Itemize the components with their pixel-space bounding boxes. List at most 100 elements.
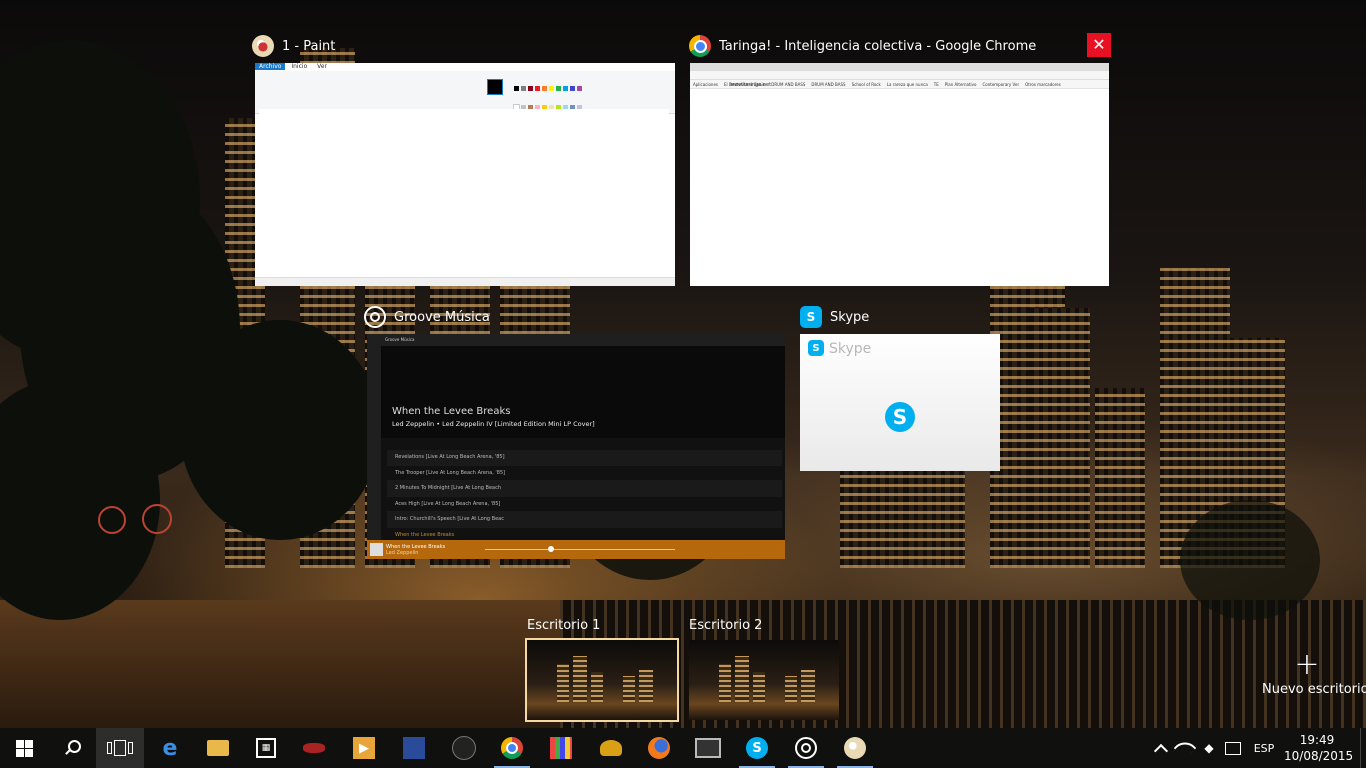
taskbar-app-store[interactable]: ▦ <box>242 728 290 768</box>
taskbar-app-game-2[interactable] <box>390 728 438 768</box>
notification-icon <box>1225 741 1241 755</box>
bookmark-item: DRUM AND BASS <box>771 81 806 87</box>
search-icon <box>64 740 81 756</box>
track-row[interactable]: Aces High [Live At Long Beach Arena, '85… <box>387 497 782 512</box>
taskbar-app-terminal[interactable] <box>684 728 732 768</box>
taskbar-app-game-3[interactable] <box>440 728 488 768</box>
chrome-window-thumbnail[interactable]: www.taringa.net Aplicaciones El Destelli… <box>690 63 1109 286</box>
groove-album-line: Led Zeppelin • Led Zeppelin IV [Limited … <box>392 420 595 428</box>
plus-icon: + <box>1294 647 1320 682</box>
clock-time: 19:49 <box>1299 733 1335 747</box>
monitor-app-icon <box>695 738 721 758</box>
new-desktop-label: Nuevo escritorio <box>1262 682 1366 697</box>
track-row[interactable]: The Trooper [Live At Long Beach Arena, '… <box>387 466 782 481</box>
new-desktop-button[interactable]: + Nuevo escritorio <box>1262 647 1366 698</box>
groove-nav-rail <box>367 346 381 546</box>
taskbar-app-firefox[interactable] <box>635 728 683 768</box>
skype-icon: S <box>800 306 822 328</box>
groove-track-title: When the Levee Breaks <box>392 406 511 417</box>
bookmark-item: Aplicaciones <box>693 81 718 87</box>
bike-sign <box>98 506 126 534</box>
taskbar-app-groove[interactable] <box>782 728 830 768</box>
taskbar-app-skype[interactable]: S <box>733 728 781 768</box>
chrome-icon <box>689 35 711 57</box>
paint-palette-icon <box>844 737 866 759</box>
paint-window-title[interactable]: ● 1 - Paint <box>252 35 335 57</box>
groove-music-icon <box>795 737 817 759</box>
task-view-icon <box>107 740 133 756</box>
close-window-button[interactable]: ✕ <box>1087 33 1111 57</box>
track-row[interactable]: Revelations [Live At Long Beach Arena, '… <box>387 450 782 466</box>
search-button[interactable] <box>48 728 96 768</box>
paint-title-text: 1 - Paint <box>282 38 336 54</box>
character-game-icon <box>600 740 622 756</box>
skype-thumb-label: Skype <box>829 341 872 357</box>
folder-icon <box>207 740 229 756</box>
paint-palette-icon: ● <box>252 35 274 57</box>
track-title: Aces High [Live At Long Beach Arena, '85… <box>395 500 501 507</box>
taskbar-app-game-4[interactable] <box>587 728 635 768</box>
dropbox-icon: ◆ <box>1204 741 1214 755</box>
chevron-up-icon <box>1153 743 1169 759</box>
taskbar-clock[interactable]: 19:49 10/08/2015 <box>1284 732 1353 764</box>
progress-track[interactable] <box>485 549 675 550</box>
track-row[interactable]: Intro: Churchill's Speech [Live At Long … <box>387 512 782 528</box>
bookmark-item: Contemporary Ver <box>982 81 1020 87</box>
taskbar-app-paint[interactable] <box>831 728 879 768</box>
desktop-1-label: Escritorio 1 <box>527 618 601 633</box>
bookmark-item: School of Rock <box>851 81 881 87</box>
dropbox-button[interactable]: ◆ <box>1198 728 1220 768</box>
groove-title-text: Groove Música <box>394 309 490 325</box>
bookmark-item: La rareza que nunca <box>886 81 928 87</box>
network-button[interactable] <box>1173 728 1197 768</box>
video-player-icon: ▶ <box>353 737 375 759</box>
paint-tab-archivo: Archivo <box>255 63 286 70</box>
taskbar-app-media-player[interactable]: ▶ <box>340 728 388 768</box>
chrome-window-title[interactable]: Taringa! - Inteligencia colectiva - Goog… <box>689 35 1036 57</box>
track-title: When the Levee Breaks <box>395 531 455 538</box>
grid-app-icon <box>550 737 572 759</box>
bookmark-item: Plan Alternativo <box>944 81 977 87</box>
paint-tab-ver: Ver <box>317 63 327 70</box>
bookmark-item: DRUM AND BASS <box>811 81 846 87</box>
skype-logo-icon: S <box>885 402 915 432</box>
gamepad-icon <box>452 736 476 760</box>
progress-thumb[interactable] <box>548 546 554 552</box>
paint-window-thumbnail[interactable]: Archivo Inicio Ver <box>255 63 675 286</box>
task-view-button[interactable] <box>96 728 144 768</box>
groove-window-caption: Groove Música <box>385 337 415 342</box>
paint-ribbon-tabs: Archivo Inicio Ver <box>255 63 675 71</box>
skype-title-text: Skype <box>830 309 870 325</box>
taskbar-app-chrome[interactable] <box>488 728 536 768</box>
show-desktop-button[interactable] <box>1360 728 1366 768</box>
start-button[interactable] <box>0 728 48 768</box>
track-row[interactable]: 2 Minutes To Midnight [Live At Long Beac… <box>387 481 782 497</box>
skype-window-title[interactable]: S Skype <box>800 306 869 328</box>
taskbar-app-edge[interactable]: e <box>146 728 194 768</box>
car-game-icon <box>303 743 325 753</box>
taskbar-app-file-explorer[interactable] <box>194 728 242 768</box>
windows-logo-icon <box>15 739 33 757</box>
show-hidden-icons-button[interactable] <box>1150 728 1172 768</box>
skype-window-thumbnail[interactable]: S Skype S <box>800 334 1000 471</box>
chrome-tab-strip <box>690 63 1109 71</box>
groove-music-icon <box>364 306 386 328</box>
desktop-2-thumbnail[interactable] <box>689 640 839 720</box>
pedestrian-sign <box>142 504 172 534</box>
taskbar-app-racing-game[interactable] <box>290 728 338 768</box>
paint-status-bar <box>255 277 675 286</box>
paint-canvas <box>259 109 669 269</box>
track-title: Revelations [Live At Long Beach Arena, '… <box>395 454 505 461</box>
action-center-button[interactable] <box>1222 728 1244 768</box>
firefox-icon <box>648 737 670 759</box>
chrome-icon <box>501 737 523 759</box>
groove-window-thumbnail[interactable]: Groove Música When the Levee Breaks Led … <box>367 334 785 559</box>
taskbar-app-apps-grid[interactable] <box>537 728 585 768</box>
desktop-1-thumbnail[interactable] <box>525 638 679 722</box>
track-title: The Trooper [Live At Long Beach Arena, '… <box>395 469 506 476</box>
store-bag-icon: ▦ <box>256 738 276 758</box>
track-title: 2 Minutes To Midnight [Live At Long Beac… <box>395 485 502 492</box>
groove-window-title[interactable]: Groove Música <box>364 306 490 328</box>
groove-track-list: Revelations [Live At Long Beach Arena, '… <box>387 450 782 543</box>
input-language-button[interactable]: ESP <box>1248 728 1280 768</box>
